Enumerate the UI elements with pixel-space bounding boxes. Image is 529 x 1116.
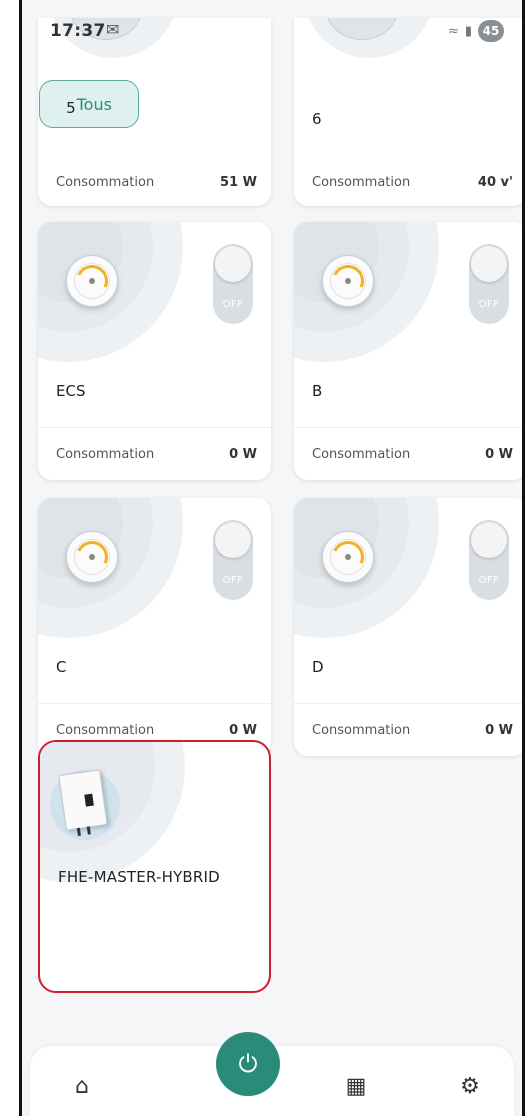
thermostat-icon <box>322 255 374 307</box>
device-name: 6 <box>312 110 322 128</box>
divider <box>38 427 271 428</box>
toggle-state: OFF <box>478 299 500 310</box>
thermostat-icon <box>66 531 118 583</box>
consumption-value: 0 W <box>229 723 257 738</box>
consumption-value: 0 W <box>485 447 513 462</box>
divider <box>294 703 522 704</box>
status-bar: 17:37 ✉ ≈ ▮ 45 <box>22 0 522 42</box>
app-frame: 17:37 ✉ ≈ ▮ 45 Consommation 51 W 6 Conso… <box>19 0 525 1116</box>
wifi-icon: ≈ <box>447 23 459 39</box>
device-card-d[interactable]: OFF D Consommation 0 W <box>294 498 522 756</box>
home-icon[interactable]: ⌂ <box>52 1056 112 1116</box>
consumption-label: Consommation <box>56 175 155 190</box>
power-icon[interactable]: ⏻ <box>216 1032 280 1096</box>
consumption-label: Consommation <box>312 447 411 462</box>
toggle-state: OFF <box>478 575 500 586</box>
power-toggle[interactable]: OFF <box>469 520 509 600</box>
consumption-label: Consommation <box>312 723 411 738</box>
device-card-c[interactable]: OFF C Consommation 0 W <box>38 498 271 756</box>
toggle-state: OFF <box>222 299 244 310</box>
gear-icon[interactable]: ⚙ <box>440 1056 500 1116</box>
power-toggle[interactable]: OFF <box>213 244 253 324</box>
status-time: 17:37 <box>50 21 106 41</box>
consumption-value: 40 v' <box>477 175 513 190</box>
device-name: D <box>312 658 324 676</box>
solar-panel-icon[interactable]: ▦ <box>326 1056 386 1116</box>
device-card-inverter[interactable]: FHE-MASTER-HYBRID <box>38 740 271 993</box>
device-name: B <box>312 382 323 400</box>
signal-icon: ▮ <box>464 23 472 39</box>
consumption-label: Consommation <box>312 175 411 190</box>
divider <box>38 703 271 704</box>
consumption-value: 51 W <box>220 175 257 190</box>
device-name: C <box>56 658 67 676</box>
device-name: FHE-MASTER-HYBRID <box>58 868 220 886</box>
device-card-6[interactable]: 6 Consommation 40 v' <box>294 18 522 206</box>
toggle-state: OFF <box>222 575 244 586</box>
bottom-nav: ⌂ ⏻ ▦ ⚙ <box>30 1032 514 1116</box>
device-name: ECS <box>56 382 86 400</box>
battery-badge: 45 <box>478 20 504 42</box>
mail-icon: ✉ <box>106 20 120 39</box>
filter-chip-all[interactable]: 5 Tous <box>39 80 139 128</box>
thermostat-icon <box>66 255 118 307</box>
filter-count: 5 <box>66 99 76 117</box>
consumption-value: 0 W <box>485 723 513 738</box>
power-toggle[interactable]: OFF <box>213 520 253 600</box>
device-card-ecs[interactable]: OFF ECS Consommation 0 W <box>38 222 271 480</box>
divider <box>294 427 522 428</box>
consumption-value: 0 W <box>229 447 257 462</box>
inverter-icon <box>58 769 108 837</box>
thermostat-icon <box>322 531 374 583</box>
power-toggle[interactable]: OFF <box>469 244 509 324</box>
consumption-label: Consommation <box>56 447 155 462</box>
filter-label: Tous <box>76 94 112 114</box>
status-icons: ≈ ▮ 45 <box>448 20 504 42</box>
consumption-label: Consommation <box>56 723 155 738</box>
device-card-b[interactable]: OFF B Consommation 0 W <box>294 222 522 480</box>
